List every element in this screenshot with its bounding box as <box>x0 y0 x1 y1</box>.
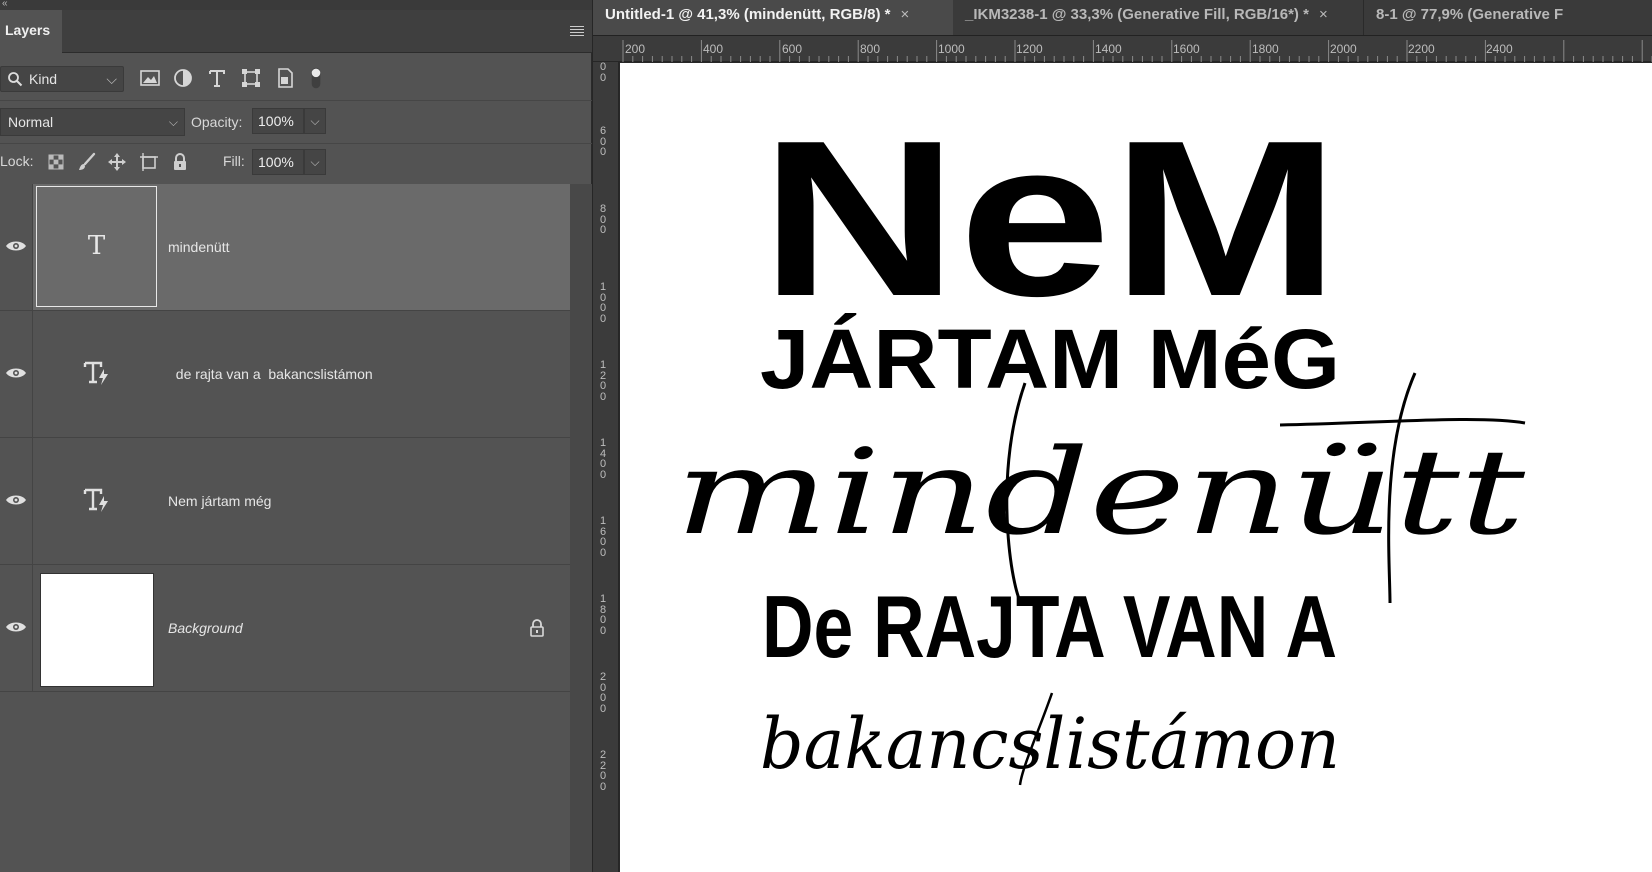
lock-artboard-icon[interactable] <box>139 152 159 172</box>
ruler-label: 1800 <box>1252 42 1279 56</box>
chevron-down-icon: ⌵ <box>310 114 320 128</box>
text-layer-thumbnail[interactable]: T <box>36 186 157 307</box>
fill-label: Fill: <box>223 153 245 169</box>
ruler-label: 1 8 0 0 <box>599 593 607 637</box>
layer-name[interactable]: de rajta van a bakancslistámon <box>168 366 373 382</box>
chevron-down-icon: ⌵ <box>106 71 117 87</box>
ruler-label: 200 <box>625 42 646 56</box>
ruler-label: 0 0 <box>599 61 607 84</box>
shape-filter-icon[interactable] <box>239 66 263 90</box>
visibility-toggle[interactable] <box>0 311 33 437</box>
type-filter-icon[interactable] <box>205 66 229 90</box>
opacity-dropdown-button[interactable]: ⌵ <box>304 108 326 134</box>
close-icon[interactable]: × <box>900 6 909 23</box>
visibility-toggle[interactable] <box>0 438 33 564</box>
visibility-toggle[interactable] <box>0 184 33 310</box>
lock-paint-icon[interactable] <box>77 152 97 172</box>
ruler-label: 600 <box>782 42 803 56</box>
layer-row-mindenutt[interactable]: T mindenütt <box>0 184 570 311</box>
ruler-label: 6 0 0 <box>599 125 607 158</box>
ruler-label: 1 2 0 0 <box>599 359 607 403</box>
vertical-ruler[interactable]: 0 0 6 0 0 8 0 0 1 0 0 0 1 2 0 0 1 4 0 0 … <box>593 62 619 872</box>
ruler-label: 1000 <box>938 42 965 56</box>
artwork-line-1: NeM <box>760 95 1340 343</box>
adjustment-filter-icon[interactable] <box>171 66 195 90</box>
lock-position-icon[interactable] <box>107 152 127 172</box>
layers-scrollbar[interactable] <box>570 184 592 872</box>
panel-tabbar: Layers <box>0 10 592 53</box>
eye-icon <box>6 495 26 505</box>
horizontal-ruler[interactable]: 200 400 600 800 1000 1200 1400 1600 1800… <box>593 36 1652 62</box>
search-icon <box>8 72 23 87</box>
blend-mode-select[interactable]: Normal ⌵ <box>0 108 185 136</box>
layer-filter-row: Kind ⌵ <box>0 54 592 101</box>
layers-panel: « Layers Kind ⌵ Normal ⌵ Opacity: 100% ⌵… <box>0 0 592 872</box>
fill-dropdown-button[interactable]: ⌵ <box>304 149 326 175</box>
opacity-label: Opacity: <box>191 114 243 130</box>
filter-kind-select[interactable]: Kind ⌵ <box>0 66 124 92</box>
image-filter-icon[interactable] <box>138 66 162 90</box>
ruler-label: 1600 <box>1173 42 1200 56</box>
ruler-label: 1200 <box>1016 42 1043 56</box>
layer-list: T mindenütt de rajta van a bakancslistám… <box>0 184 570 872</box>
ruler-label: 8 0 0 <box>599 203 607 236</box>
eye-icon <box>6 241 26 251</box>
ruler-label: 2200 <box>1408 42 1435 56</box>
tab-layers[interactable]: Layers <box>0 10 62 53</box>
artwork-line-2: JÁRTAM MéG <box>760 312 1340 406</box>
blend-mode-value: Normal <box>8 114 54 130</box>
layer-name[interactable]: Nem jártam még <box>168 493 271 509</box>
tab-label: 8-1 @ 77,9% (Generative F <box>1376 6 1564 23</box>
layer-name[interactable]: mindenütt <box>168 239 229 255</box>
document-canvas[interactable]: NeM JÁRTAM MéG mindenütt De RAJTA VAN A … <box>620 63 1652 872</box>
text-warning-icon[interactable] <box>82 486 112 514</box>
opacity-input[interactable]: 100% <box>252 108 304 134</box>
lock-all-icon[interactable] <box>170 152 190 172</box>
layer-name[interactable]: Background <box>168 620 243 636</box>
layer-row-de-rajta[interactable]: de rajta van a bakancslistámon <box>0 311 570 438</box>
visibility-toggle[interactable] <box>0 565 33 691</box>
artwork-line-5: bakancslistámon <box>760 703 1340 785</box>
layer-row-nem-jartam[interactable]: Nem jártam még <box>0 438 570 565</box>
layer-row-background[interactable]: Background <box>0 565 570 692</box>
chevron-down-icon: ⌵ <box>310 155 320 169</box>
eye-icon <box>6 622 26 632</box>
lock-transparent-icon[interactable] <box>46 152 66 172</box>
tab-label: Untitled-1 @ 41,3% (mindenütt, RGB/8) * <box>605 6 891 23</box>
eye-icon <box>6 368 26 378</box>
document-area: Untitled-1 @ 41,3% (mindenütt, RGB/8) * ×… <box>593 0 1652 872</box>
tab-label: _IKM3238-1 @ 33,3% (Generative Fill, RGB… <box>965 6 1309 23</box>
ruler-label: 400 <box>703 42 724 56</box>
artwork-line-3: mindenütt <box>675 423 1526 561</box>
ruler-label: 1 4 0 0 <box>599 437 607 481</box>
document-tab-untitled[interactable]: Untitled-1 @ 41,3% (mindenütt, RGB/8) * × <box>593 0 953 35</box>
chevron-down-icon: ⌵ <box>168 115 178 129</box>
ruler-label: 2 0 0 0 <box>599 671 607 715</box>
close-icon[interactable]: × <box>1319 6 1328 23</box>
filter-kind-label: Kind <box>29 71 58 87</box>
lock-icon[interactable] <box>529 619 545 637</box>
fill-input[interactable]: 100% <box>252 149 304 175</box>
collapse-panels-button[interactable]: « <box>0 0 592 10</box>
hamburger-menu-icon[interactable] <box>570 26 584 36</box>
ruler-label: 1400 <box>1095 42 1122 56</box>
ruler-label: 1 0 0 0 <box>599 281 607 325</box>
ruler-label: 2000 <box>1330 42 1357 56</box>
document-tab-ikm3238[interactable]: _IKM3238-1 @ 33,3% (Generative Fill, RGB… <box>953 0 1363 35</box>
text-warning-icon[interactable] <box>82 359 112 387</box>
document-tabbar: Untitled-1 @ 41,3% (mindenütt, RGB/8) * ×… <box>593 0 1652 36</box>
artwork-line-4: De RAJTA VAN A <box>762 577 1337 676</box>
document-tab-8-1[interactable]: 8-1 @ 77,9% (Generative F <box>1363 0 1652 35</box>
lock-label: Lock: <box>0 153 34 169</box>
lock-row: Lock: Fill: 100% ⌵ <box>0 143 592 183</box>
background-thumbnail[interactable] <box>40 573 154 687</box>
artwork: NeM JÁRTAM MéG mindenütt De RAJTA VAN A … <box>675 95 1526 786</box>
filter-toggle-icon[interactable] <box>304 66 328 90</box>
ruler-label: 1 6 0 0 <box>599 515 607 559</box>
ruler-label: 2400 <box>1486 42 1513 56</box>
ruler-label: 800 <box>860 42 881 56</box>
smart-object-filter-icon[interactable] <box>273 66 297 90</box>
ruler-label: 2 2 0 0 <box>599 749 607 793</box>
